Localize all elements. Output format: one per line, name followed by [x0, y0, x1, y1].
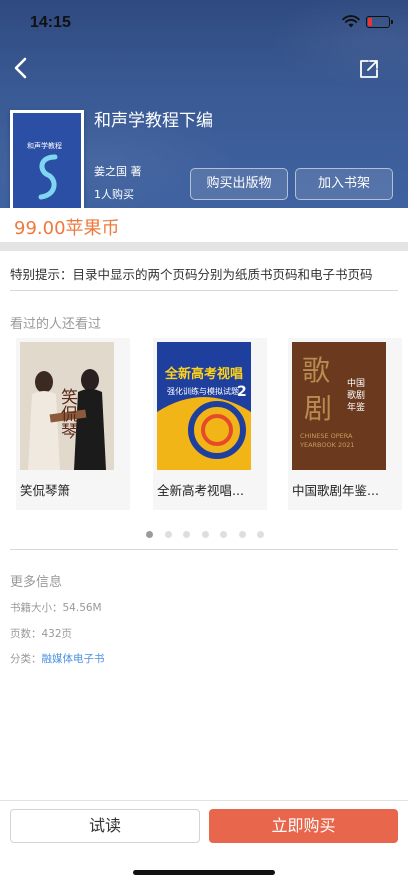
svg-text:剧: 剧: [304, 392, 332, 425]
buy-print-button[interactable]: 购买出版物: [190, 168, 288, 200]
cover-title: 和声学教程: [27, 142, 62, 150]
book-cover: 和声学教程: [10, 110, 84, 208]
svg-text:2: 2: [237, 384, 247, 400]
recommend-name: 全新高考视唱...: [157, 483, 244, 498]
recommend-title: 看过的人还看过: [10, 317, 102, 332]
book-price: 99.00苹果币: [14, 218, 120, 239]
recommend-name: 笑侃琴箫: [20, 483, 71, 498]
cover-swirl-graphic: [38, 154, 58, 200]
category-link[interactable]: 融媒体电子书: [42, 653, 105, 665]
pagination-dot[interactable]: [164, 531, 172, 538]
svg-text:中国: 中国: [347, 377, 365, 389]
recommend-name: 中国歌剧年鉴...: [292, 483, 379, 498]
recommend-cover: 笑侃琴: [20, 342, 114, 470]
svg-text:强化训练与模拟试题: 强化训练与模拟试题: [167, 386, 239, 396]
pagination-dot[interactable]: [257, 531, 264, 538]
category-row: 分类：融媒体电子书: [10, 651, 105, 666]
divider: [10, 549, 398, 550]
pagination-dot[interactable]: [146, 531, 153, 538]
buyer-count: 1人购买: [94, 188, 134, 201]
pagination-dot[interactable]: [183, 531, 190, 538]
pagination-dot[interactable]: [201, 531, 209, 538]
divider: [10, 290, 398, 291]
svg-text:CHINESE OPERA: CHINESE OPERA: [300, 432, 353, 440]
page-number-notice: 特别提示：目录中显示的两个页码分别为纸质书页码和电子书页码: [10, 267, 373, 282]
status-time: 14:15: [30, 14, 71, 31]
page-count: 页数：432页: [10, 628, 73, 640]
book-title: 和声学教程下编: [94, 111, 213, 131]
svg-text:年鉴: 年鉴: [347, 401, 365, 413]
section-divider: [0, 242, 408, 251]
svg-text:歌: 歌: [302, 354, 330, 387]
pagination-dot[interactable]: [238, 531, 246, 538]
book-author: 姜之国 著: [94, 165, 142, 178]
battery-icon: [366, 16, 393, 28]
file-size: 书籍大小：54.56M: [10, 602, 102, 614]
home-indicator: [133, 870, 275, 875]
recommend-cover: 歌 剧 中国 歌剧 年鉴 CHINESE OPERA YEARBOOK 2021: [292, 342, 386, 470]
recommend-item[interactable]: 歌 剧 中国 歌剧 年鉴 CHINESE OPERA YEARBOOK 2021…: [288, 338, 402, 510]
share-icon[interactable]: [358, 58, 380, 80]
recommend-item[interactable]: 笑侃琴 笑侃琴箫: [16, 338, 130, 510]
category-label: 分类：: [10, 653, 42, 665]
svg-text:笑侃琴: 笑侃琴: [57, 388, 78, 439]
svg-text:全新高考视唱: 全新高考视唱: [164, 366, 243, 382]
recommend-item[interactable]: 全新高考视唱 强化训练与模拟试题 2 全新高考视唱...: [153, 338, 267, 510]
more-info-title: 更多信息: [10, 575, 63, 590]
pagination-dot[interactable]: [220, 531, 227, 538]
wifi-icon: [342, 15, 360, 28]
book-header: 14:15 和声学教程 和声学教程下编 姜之国 著 1人购买 购买出版物 加入书…: [0, 0, 408, 208]
svg-text:YEARBOOK 2021: YEARBOOK 2021: [299, 441, 355, 449]
buy-now-button[interactable]: 立即购买: [209, 809, 398, 843]
trial-read-button[interactable]: 试读: [10, 809, 200, 843]
back-arrow-icon[interactable]: [10, 56, 34, 80]
svg-text:歌剧: 歌剧: [347, 389, 365, 401]
add-to-shelf-button[interactable]: 加入书架: [295, 168, 393, 200]
recommend-cover: 全新高考视唱 强化训练与模拟试题 2: [157, 342, 251, 470]
footer-divider: [0, 800, 408, 801]
